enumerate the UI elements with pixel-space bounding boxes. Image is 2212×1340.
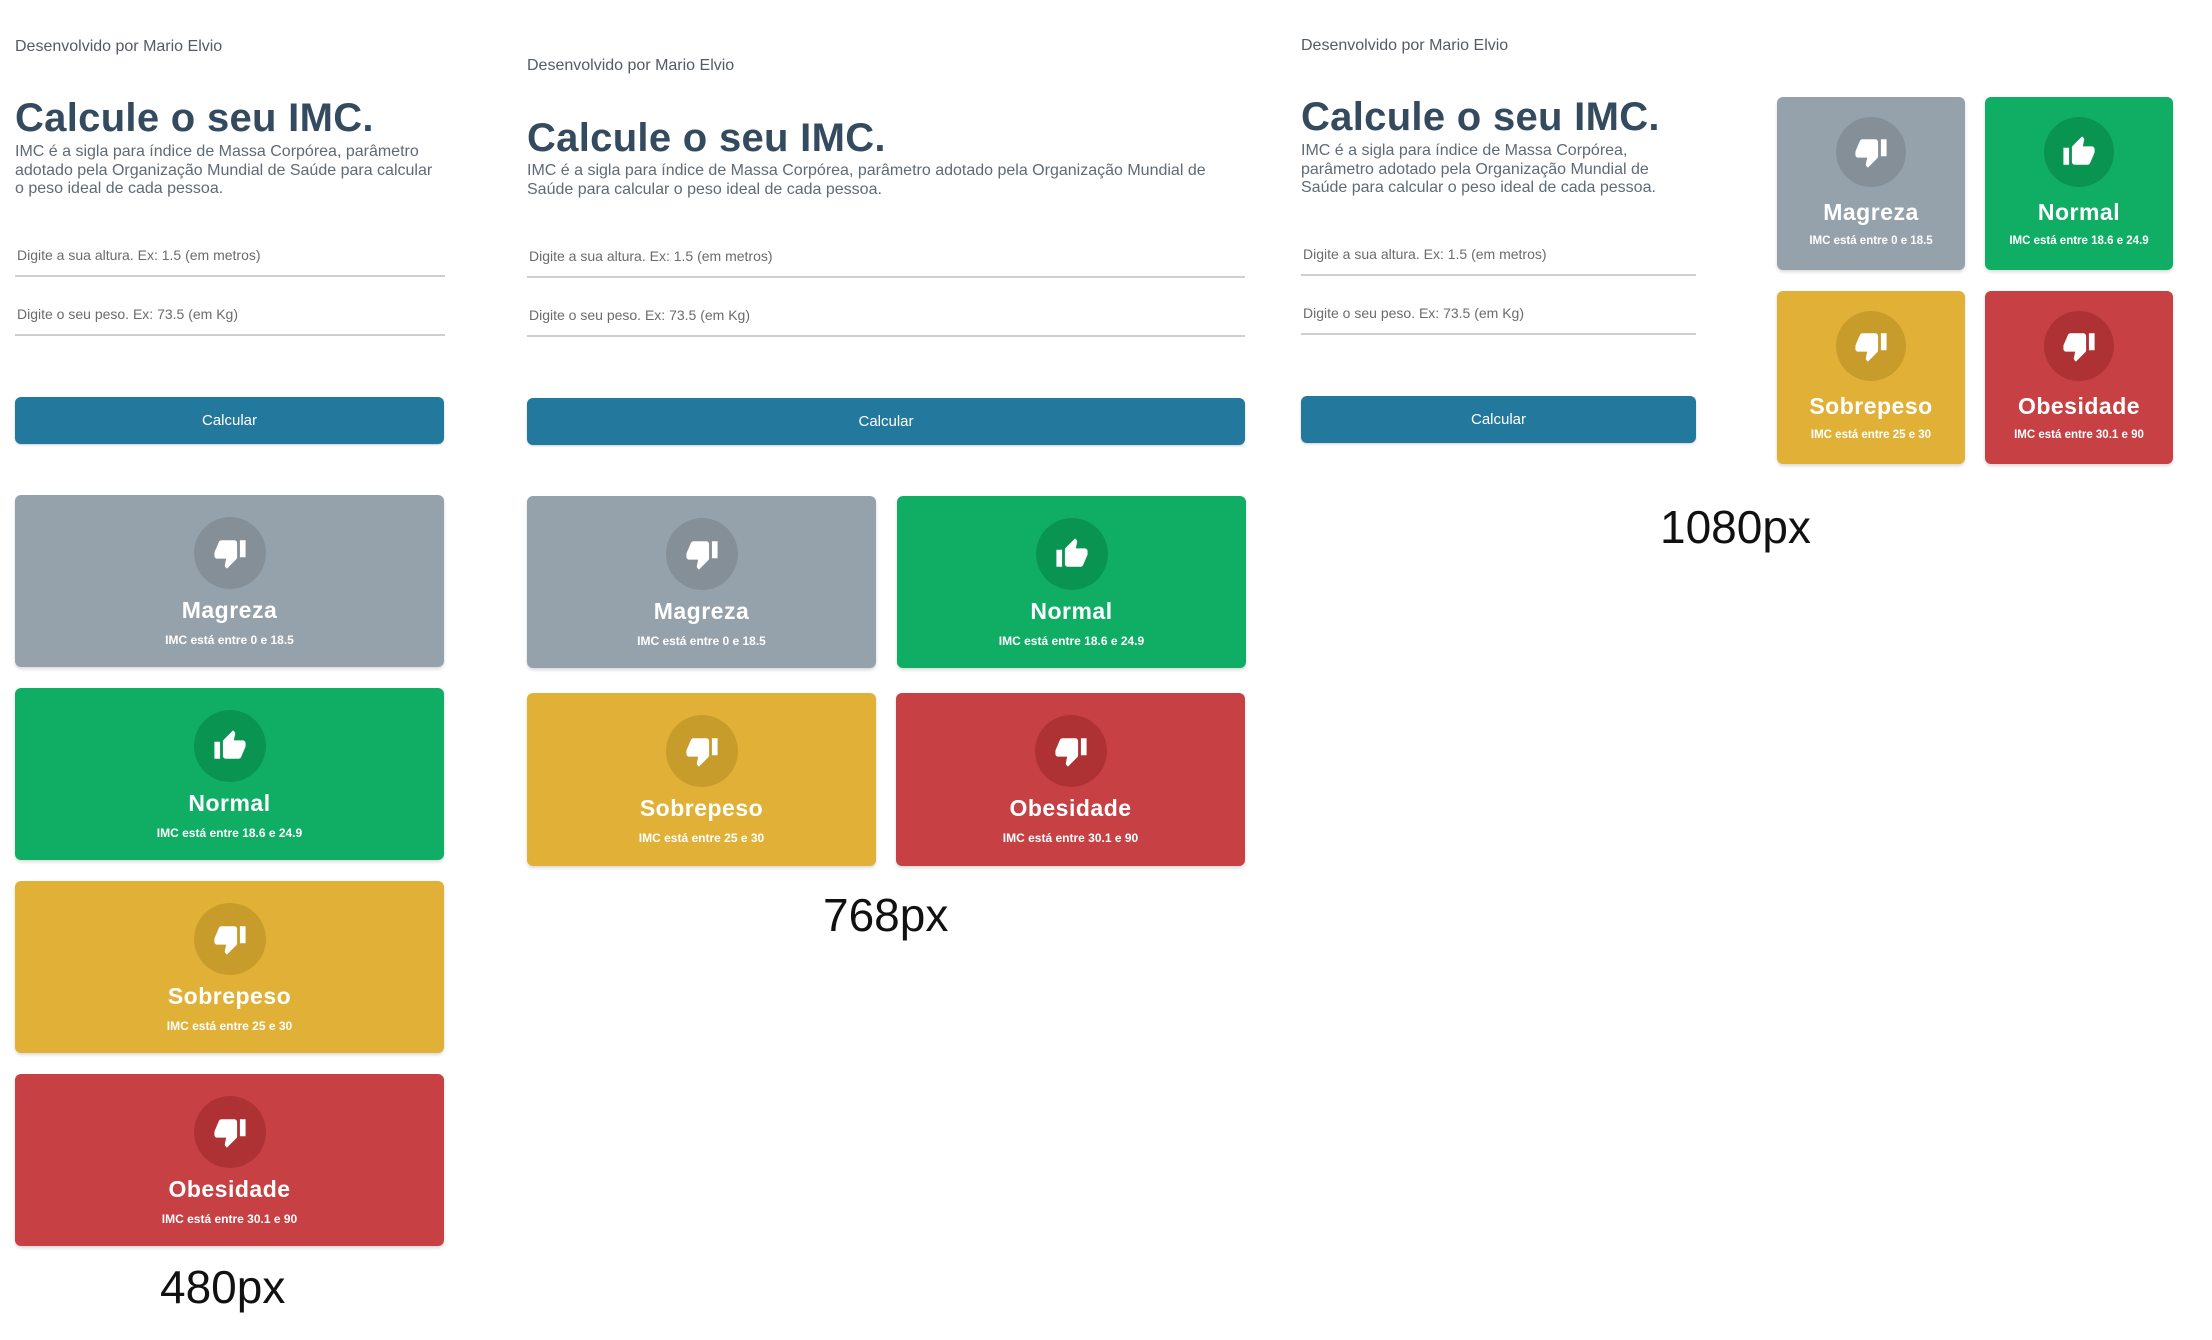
- card-title: Normal: [1030, 598, 1113, 624]
- page-description: IMC é a sigla para índice de Massa Corpó…: [1301, 142, 1656, 196]
- height-input[interactable]: [15, 247, 445, 277]
- thumbs-up-icon: [1035, 518, 1108, 590]
- caption-768: 768px: [823, 889, 949, 941]
- card-title: Magreza: [653, 598, 750, 624]
- card-obesidade: Obesidade IMC está entre 30.1 e 90: [896, 693, 1245, 866]
- card-obesidade: Obesidade IMC está entre 30.1 e 90: [15, 1074, 444, 1246]
- card-title: Normal: [188, 790, 271, 816]
- card-range: IMC está entre 30.1 e 90: [161, 1212, 298, 1226]
- thumbs-down-icon: [193, 1096, 266, 1168]
- card-normal: Normal IMC está entre 18.6 e 24.9: [897, 496, 1246, 668]
- page-description: IMC é a sigla para índice de Massa Corpó…: [15, 143, 433, 197]
- page-title: Calcule o seu IMC.: [527, 116, 886, 160]
- card-range: IMC está entre 25 e 30: [638, 831, 765, 845]
- thumbs-down-icon: [193, 517, 266, 589]
- calculate-button[interactable]: Calcular: [1301, 396, 1696, 443]
- card-range: IMC está entre 0 e 18.5: [1809, 235, 1933, 247]
- thumbs-up-icon: [2044, 117, 2114, 187]
- weight-input[interactable]: [527, 307, 1245, 337]
- card-range: IMC está entre 0 e 18.5: [637, 634, 766, 648]
- thumbs-down-icon: [193, 903, 266, 975]
- card-title: Magreza: [1823, 199, 1919, 225]
- weight-input[interactable]: [15, 306, 445, 336]
- thumbs-down-icon: [665, 518, 738, 590]
- thumbs-down-icon: [1836, 117, 1906, 187]
- credit-text: Desenvolvido por Mario Elvio: [15, 38, 223, 55]
- height-input[interactable]: [1301, 246, 1696, 276]
- card-sobrepeso: Sobrepeso IMC está entre 25 e 30: [15, 881, 444, 1053]
- page-title: Calcule o seu IMC.: [15, 96, 374, 140]
- card-range: IMC está entre 30.1 e 90: [1002, 831, 1139, 845]
- calculate-button[interactable]: Calcular: [527, 398, 1245, 445]
- card-title: Sobrepeso: [1809, 393, 1933, 419]
- card-range: IMC está entre 18.6 e 24.9: [998, 634, 1145, 648]
- card-obesidade: Obesidade IMC está entre 30.1 e 90: [1985, 291, 2173, 464]
- caption-1080: 1080px: [1660, 501, 1811, 553]
- thumbs-down-icon: [665, 715, 738, 787]
- card-title: Obesidade: [1009, 795, 1132, 821]
- caption-480: 480px: [160, 1261, 286, 1313]
- credit-text: Desenvolvido por Mario Elvio: [1301, 37, 1509, 54]
- card-range: IMC está entre 18.6 e 24.9: [2009, 235, 2149, 247]
- card-sobrepeso: Sobrepeso IMC está entre 25 e 30: [1777, 291, 1965, 464]
- card-range: IMC está entre 18.6 e 24.9: [156, 826, 303, 840]
- card-magreza: Magreza IMC está entre 0 e 18.5: [527, 496, 876, 668]
- card-title: Obesidade: [2017, 393, 2141, 419]
- page-description: IMC é a sigla para índice de Massa Corpó…: [527, 162, 1206, 198]
- thumbs-down-icon: [1836, 311, 1906, 381]
- page-title: Calcule o seu IMC.: [1301, 95, 1660, 139]
- credit-text: Desenvolvido por Mario Elvio: [527, 57, 735, 74]
- thumbs-down-icon: [1034, 715, 1107, 787]
- calculate-button[interactable]: Calcular: [15, 397, 444, 444]
- card-sobrepeso: Sobrepeso IMC está entre 25 e 30: [527, 693, 876, 866]
- card-magreza: Magreza IMC está entre 0 e 18.5: [1777, 97, 1965, 270]
- thumbs-up-icon: [193, 710, 266, 782]
- thumbs-down-icon: [2044, 311, 2114, 381]
- card-range: IMC está entre 25 e 30: [1810, 429, 1932, 441]
- card-title: Obesidade: [168, 1176, 291, 1202]
- card-magreza: Magreza IMC está entre 0 e 18.5: [15, 495, 444, 667]
- card-range: IMC está entre 25 e 30: [166, 1019, 293, 1033]
- card-title: Magreza: [181, 597, 278, 623]
- card-normal: Normal IMC está entre 18.6 e 24.9: [1985, 97, 2173, 270]
- card-range: IMC está entre 0 e 18.5: [165, 633, 294, 647]
- weight-input[interactable]: [1301, 305, 1696, 335]
- card-range: IMC está entre 30.1 e 90: [2014, 429, 2144, 441]
- height-input[interactable]: [527, 248, 1245, 278]
- card-title: Sobrepeso: [639, 795, 764, 821]
- card-title: Sobrepeso: [167, 983, 292, 1009]
- card-normal: Normal IMC está entre 18.6 e 24.9: [15, 688, 444, 860]
- card-title: Normal: [2037, 199, 2121, 225]
